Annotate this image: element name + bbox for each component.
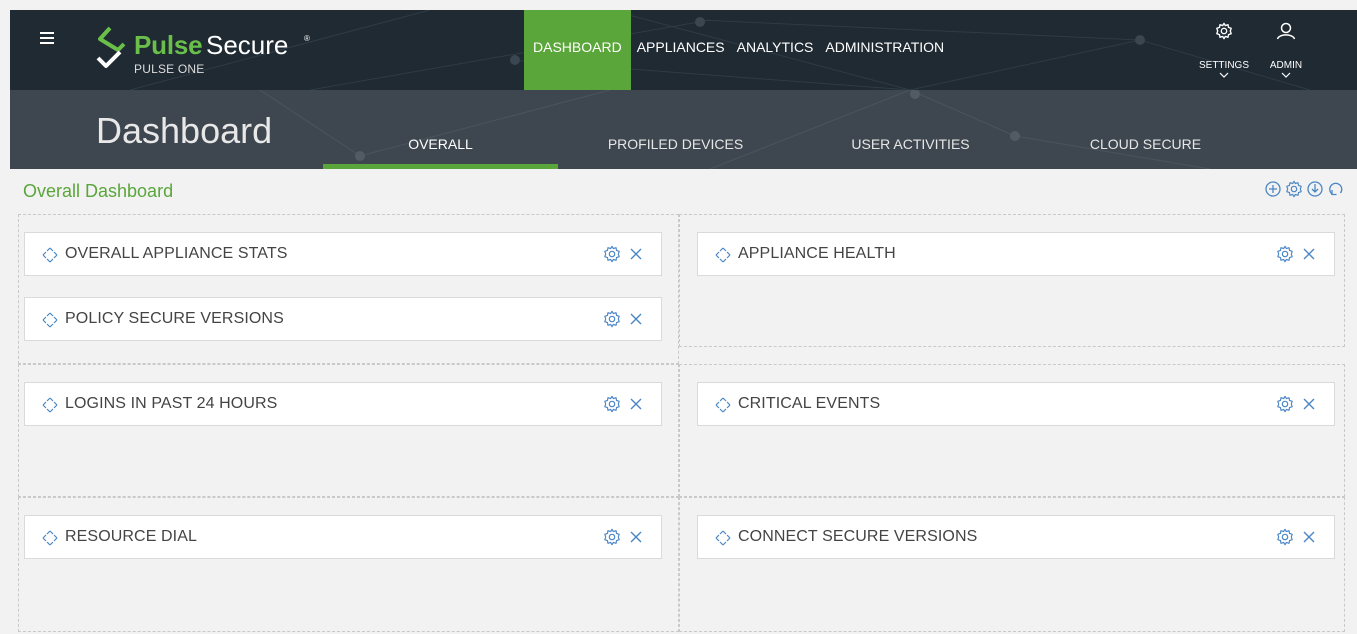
refresh-icon[interactable] [1327, 180, 1345, 203]
gear-icon[interactable] [1276, 245, 1294, 263]
dashboard-content: Overall Dashboard OVERALL APPLIANCE STAT… [10, 169, 1357, 634]
move-handle-icon[interactable] [714, 396, 732, 414]
download-icon[interactable] [1306, 180, 1324, 203]
dashboard-actions [1264, 180, 1345, 203]
widget-title: CONNECT SECURE VERSIONS [738, 528, 978, 545]
dashboard-settings-icon[interactable] [1285, 180, 1303, 203]
main-navigation: DASHBOARD APPLIANCES ANALYTICS ADMINISTR… [524, 10, 950, 90]
tab-overall[interactable]: OVERALL [323, 90, 558, 169]
tab-profiled-devices[interactable]: PROFILED DEVICES [558, 90, 793, 169]
gear-icon[interactable] [1276, 528, 1294, 546]
chevron-down-icon [1281, 72, 1291, 78]
tab-user-activities[interactable]: USER ACTIVITIES [793, 90, 1028, 169]
nav-administration[interactable]: ADMINISTRATION [819, 10, 950, 90]
tab-cloud-secure[interactable]: CLOUD SECURE [1028, 90, 1263, 169]
dashboard-header: Dashboard OVERALL PROFILED DEVICES USER … [10, 90, 1357, 169]
widget-title: LOGINS IN PAST 24 HOURS [65, 395, 278, 412]
move-handle-icon[interactable] [41, 529, 59, 547]
close-icon[interactable] [629, 397, 643, 411]
pulse-secure-logo[interactable]: Pulse Secure ® PULSE ONE [94, 26, 324, 76]
top-navigation-bar: Pulse Secure ® PULSE ONE DASHBOARD APPLI… [10, 10, 1357, 90]
settings-label: SETTINGS [1198, 60, 1249, 71]
widget-policy-secure-versions[interactable]: POLICY SECURE VERSIONS [24, 297, 662, 341]
gear-icon [1216, 22, 1232, 40]
widget-resource-dial[interactable]: RESOURCE DIAL [24, 515, 662, 559]
dashboard-title: Overall Dashboard [23, 181, 174, 201]
move-handle-icon[interactable] [714, 529, 732, 547]
move-handle-icon[interactable] [41, 396, 59, 414]
add-widget-icon[interactable] [1264, 180, 1282, 203]
close-icon[interactable] [629, 312, 643, 326]
gear-icon[interactable] [603, 310, 621, 328]
pulse-logo-mark-icon [96, 26, 126, 68]
widget-title: OVERALL APPLIANCE STATS [65, 245, 288, 262]
close-icon[interactable] [1302, 397, 1316, 411]
chevron-down-icon [1219, 72, 1229, 78]
widget-title: APPLIANCE HEALTH [738, 245, 896, 262]
gear-icon[interactable] [603, 395, 621, 413]
widget-title: POLICY SECURE VERSIONS [65, 310, 284, 327]
hamburger-menu-icon[interactable] [40, 32, 54, 44]
admin-label: ADMIN [1269, 60, 1303, 71]
nav-analytics[interactable]: ANALYTICS [731, 10, 820, 90]
settings-menu[interactable]: SETTINGS [1193, 10, 1255, 90]
close-icon[interactable] [629, 247, 643, 261]
move-handle-icon[interactable] [41, 246, 59, 264]
widget-connect-secure-versions[interactable]: CONNECT SECURE VERSIONS [697, 515, 1335, 559]
widget-title: RESOURCE DIAL [65, 528, 197, 545]
widget-overall-appliance-stats[interactable]: OVERALL APPLIANCE STATS [24, 232, 662, 276]
close-icon[interactable] [1302, 530, 1316, 544]
nav-dashboard[interactable]: DASHBOARD [524, 10, 631, 90]
gear-icon[interactable] [603, 528, 621, 546]
top-right-controls: SETTINGS ADMIN [1193, 10, 1317, 90]
widget-title: CRITICAL EVENTS [738, 395, 881, 412]
nav-appliances[interactable]: APPLIANCES [631, 10, 731, 90]
brand-name: Secure [206, 30, 289, 60]
trademark-symbol: ® [304, 34, 310, 43]
brand-name-accent: Pulse [134, 30, 203, 60]
admin-menu[interactable]: ADMIN [1255, 10, 1317, 90]
gear-icon[interactable] [1276, 395, 1294, 413]
move-handle-icon[interactable] [41, 311, 59, 329]
user-icon [1276, 22, 1296, 40]
product-name: PULSE ONE [134, 62, 205, 76]
gear-icon[interactable] [603, 245, 621, 263]
widget-critical-events[interactable]: CRITICAL EVENTS [697, 382, 1335, 426]
close-icon[interactable] [1302, 247, 1316, 261]
dashboard-tabs: OVERALL PROFILED DEVICES USER ACTIVITIES… [323, 90, 1263, 169]
widget-appliance-health[interactable]: APPLIANCE HEALTH [697, 232, 1335, 276]
move-handle-icon[interactable] [714, 246, 732, 264]
close-icon[interactable] [629, 530, 643, 544]
page-title: Dashboard [96, 110, 273, 151]
widget-logins-past-24-hours[interactable]: LOGINS IN PAST 24 HOURS [24, 382, 662, 426]
